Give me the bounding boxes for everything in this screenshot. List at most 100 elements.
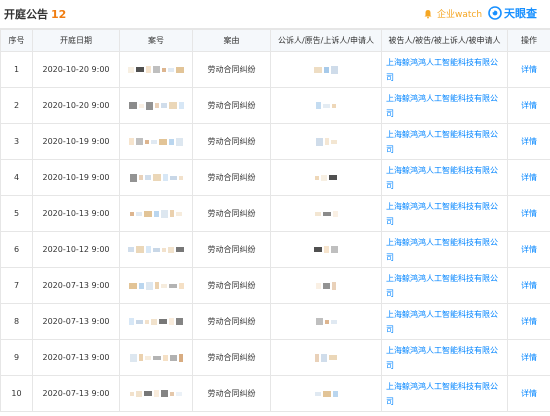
redacted-block <box>271 281 381 290</box>
details-link[interactable]: 详情 <box>507 267 550 304</box>
redacted-block <box>271 245 381 254</box>
case-number <box>119 339 193 376</box>
hearing-date: 2020-10-19 9:00 <box>32 123 120 160</box>
defendant[interactable]: 上海鲸鸿鸿人工智能科技有限公司 <box>381 195 508 232</box>
table-row: 4 2020-10-19 9:00 劳动合同纠纷 上海鲸鸿鸿人工智能科技有限公司 详情 <box>0 159 550 196</box>
defendant[interactable]: 上海鲸鸿鸿人工智能科技有限公司 <box>381 339 508 376</box>
redacted-block <box>271 101 381 110</box>
details-link[interactable]: 详情 <box>507 87 550 124</box>
eye-logo-icon <box>488 6 502 20</box>
redacted-block <box>271 389 381 398</box>
case-cause: 劳动合同纠纷 <box>192 231 271 268</box>
redacted-block <box>271 137 381 146</box>
bell-icon <box>423 9 433 19</box>
redacted-block <box>271 353 381 362</box>
hearing-date: 2020-10-19 9:00 <box>32 159 120 196</box>
details-link[interactable]: 详情 <box>507 159 550 196</box>
table-row: 7 2020-07-13 9:00 劳动合同纠纷 上海鲸鸿鸿人工智能科技有限公司 详情 <box>0 267 550 304</box>
plaintiff <box>270 51 382 88</box>
plaintiff <box>270 195 382 232</box>
case-number <box>119 231 193 268</box>
brand-logo: 天眼查 <box>488 5 537 21</box>
table-row: 5 2020-10-13 9:00 劳动合同纠纷 上海鲸鸿鸿人工智能科技有限公司 详情 <box>0 195 550 232</box>
hearing-date: 2020-10-20 9:00 <box>32 51 120 88</box>
hearing-date: 2020-07-13 9:00 <box>32 303 120 340</box>
hearing-date: 2020-10-13 9:00 <box>32 195 120 232</box>
row-index: 10 <box>0 375 33 412</box>
row-index: 5 <box>0 195 33 232</box>
table-row: 8 2020-07-13 9:00 劳动合同纠纷 上海鲸鸿鸿人工智能科技有限公司 详情 <box>0 303 550 340</box>
record-count-badge: 12 <box>51 8 67 21</box>
case-number <box>119 87 193 124</box>
case-cause: 劳动合同纠纷 <box>192 195 271 232</box>
brand-name: 天眼查 <box>504 7 537 20</box>
redacted-block <box>120 389 192 398</box>
details-link[interactable]: 详情 <box>507 123 550 160</box>
details-link[interactable]: 详情 <box>507 195 550 232</box>
defendant[interactable]: 上海鲸鸿鸿人工智能科技有限公司 <box>381 231 508 268</box>
case-number <box>119 375 193 412</box>
hearing-date: 2020-07-13 9:00 <box>32 267 120 304</box>
section-title: 开庭公告 12 <box>4 6 66 22</box>
case-cause: 劳动合同纠纷 <box>192 159 271 196</box>
redacted-block <box>120 317 192 326</box>
row-index: 4 <box>0 159 33 196</box>
details-link[interactable]: 详情 <box>507 339 550 376</box>
details-link[interactable]: 详情 <box>507 375 550 412</box>
plaintiff <box>270 339 382 376</box>
case-cause: 劳动合同纠纷 <box>192 339 271 376</box>
redacted-block <box>271 209 381 218</box>
row-index: 9 <box>0 339 33 376</box>
plaintiff <box>270 231 382 268</box>
risk-watch-label: 企业watch <box>437 10 483 20</box>
plaintiff <box>270 123 382 160</box>
hearing-date: 2020-10-12 9:00 <box>32 231 120 268</box>
defendant[interactable]: 上海鲸鸿鸿人工智能科技有限公司 <box>381 375 508 412</box>
table-header-row: 序号 开庭日期 案号 案由 公诉人/原告/上诉人/申请人 被告人/被告/被上诉人… <box>0 29 550 52</box>
redacted-block <box>120 281 192 290</box>
table-row: 2 2020-10-20 9:00 劳动合同纠纷 上海鲸鸿鸿人工智能科技有限公司 详情 <box>0 87 550 124</box>
row-index: 2 <box>0 87 33 124</box>
case-cause: 劳动合同纠纷 <box>192 87 271 124</box>
column-header-index: 序号 <box>0 29 33 52</box>
column-header-plaintiff: 公诉人/原告/上诉人/申请人 <box>270 29 382 52</box>
case-number <box>119 159 193 196</box>
plaintiff <box>270 375 382 412</box>
row-index: 6 <box>0 231 33 268</box>
case-cause: 劳动合同纠纷 <box>192 375 271 412</box>
redacted-block <box>120 353 192 362</box>
column-header-case-number: 案号 <box>119 29 193 52</box>
row-index: 7 <box>0 267 33 304</box>
hearing-date: 2020-10-20 9:00 <box>32 87 120 124</box>
details-link[interactable]: 详情 <box>507 303 550 340</box>
redacted-block <box>120 137 192 146</box>
defendant[interactable]: 上海鲸鸿鸿人工智能科技有限公司 <box>381 51 508 88</box>
hearing-date: 2020-07-13 9:00 <box>32 339 120 376</box>
row-index: 3 <box>0 123 33 160</box>
redacted-block <box>120 209 192 218</box>
plaintiff <box>270 267 382 304</box>
case-number <box>119 123 193 160</box>
table-row: 10 2020-07-13 9:00 劳动合同纠纷 上海鲸鸿鸿人工智能科技有限公司 详情 <box>0 375 550 412</box>
case-number <box>119 303 193 340</box>
redacted-block <box>271 173 381 182</box>
row-index: 1 <box>0 51 33 88</box>
details-link[interactable]: 详情 <box>507 51 550 88</box>
plaintiff <box>270 87 382 124</box>
column-header-action: 操作 <box>507 29 550 52</box>
column-header-defendant: 被告人/被告/被上诉人/被申请人 <box>381 29 508 52</box>
plaintiff <box>270 303 382 340</box>
table-row: 6 2020-10-12 9:00 劳动合同纠纷 上海鲸鸿鸿人工智能科技有限公司 详情 <box>0 231 550 268</box>
row-index: 8 <box>0 303 33 340</box>
defendant[interactable]: 上海鲸鸿鸿人工智能科技有限公司 <box>381 123 508 160</box>
case-cause: 劳动合同纠纷 <box>192 267 271 304</box>
page-header: 开庭公告 12 企业watch 天眼查 <box>0 0 550 28</box>
defendant[interactable]: 上海鲸鸿鸿人工智能科技有限公司 <box>381 267 508 304</box>
redacted-block <box>120 65 192 74</box>
risk-watch-link[interactable]: 企业watch <box>423 7 482 20</box>
defendant[interactable]: 上海鲸鸿鸿人工智能科技有限公司 <box>381 303 508 340</box>
details-link[interactable]: 详情 <box>507 231 550 268</box>
redacted-block <box>271 317 381 326</box>
defendant[interactable]: 上海鲸鸿鸿人工智能科技有限公司 <box>381 87 508 124</box>
defendant[interactable]: 上海鲸鸿鸿人工智能科技有限公司 <box>381 159 508 196</box>
